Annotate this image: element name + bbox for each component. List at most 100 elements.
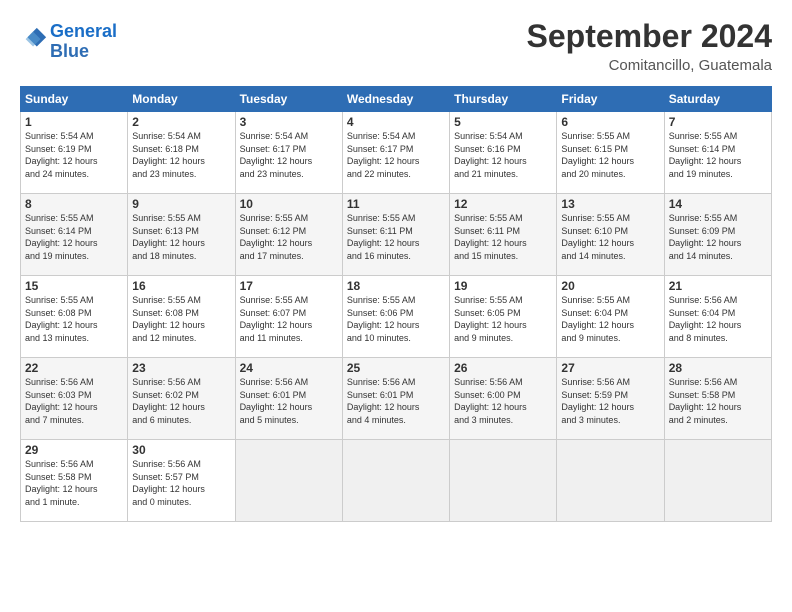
day-number: 21 xyxy=(669,279,767,293)
day-info: Sunrise: 5:56 AM Sunset: 5:59 PM Dayligh… xyxy=(561,376,659,426)
location: Comitancillo, Guatemala xyxy=(527,57,772,74)
title-block: September 2024 Comitancillo, Guatemala xyxy=(527,18,772,74)
day-info: Sunrise: 5:54 AM Sunset: 6:17 PM Dayligh… xyxy=(240,130,338,180)
header-cell-tuesday: Tuesday xyxy=(235,87,342,112)
day-cell xyxy=(342,440,449,522)
day-cell: 15Sunrise: 5:55 AM Sunset: 6:08 PM Dayli… xyxy=(21,276,128,358)
day-cell: 18Sunrise: 5:55 AM Sunset: 6:06 PM Dayli… xyxy=(342,276,449,358)
day-info: Sunrise: 5:54 AM Sunset: 6:16 PM Dayligh… xyxy=(454,130,552,180)
day-cell: 13Sunrise: 5:55 AM Sunset: 6:10 PM Dayli… xyxy=(557,194,664,276)
logo-line2: Blue xyxy=(50,41,89,61)
day-info: Sunrise: 5:56 AM Sunset: 6:01 PM Dayligh… xyxy=(347,376,445,426)
day-number: 24 xyxy=(240,361,338,375)
day-cell: 28Sunrise: 5:56 AM Sunset: 5:58 PM Dayli… xyxy=(664,358,771,440)
header-cell-thursday: Thursday xyxy=(450,87,557,112)
day-info: Sunrise: 5:55 AM Sunset: 6:09 PM Dayligh… xyxy=(669,212,767,262)
day-info: Sunrise: 5:55 AM Sunset: 6:11 PM Dayligh… xyxy=(347,212,445,262)
day-info: Sunrise: 5:55 AM Sunset: 6:05 PM Dayligh… xyxy=(454,294,552,344)
day-cell: 27Sunrise: 5:56 AM Sunset: 5:59 PM Dayli… xyxy=(557,358,664,440)
logo-icon xyxy=(20,26,48,54)
day-info: Sunrise: 5:56 AM Sunset: 6:00 PM Dayligh… xyxy=(454,376,552,426)
day-cell: 3Sunrise: 5:54 AM Sunset: 6:17 PM Daylig… xyxy=(235,112,342,194)
day-number: 2 xyxy=(132,115,230,129)
header-cell-saturday: Saturday xyxy=(664,87,771,112)
logo: General Blue xyxy=(20,22,117,62)
day-number: 17 xyxy=(240,279,338,293)
day-info: Sunrise: 5:55 AM Sunset: 6:11 PM Dayligh… xyxy=(454,212,552,262)
day-info: Sunrise: 5:56 AM Sunset: 6:02 PM Dayligh… xyxy=(132,376,230,426)
week-row-4: 22Sunrise: 5:56 AM Sunset: 6:03 PM Dayli… xyxy=(21,358,772,440)
month-year: September 2024 xyxy=(527,18,772,55)
day-number: 8 xyxy=(25,197,123,211)
day-cell: 19Sunrise: 5:55 AM Sunset: 6:05 PM Dayli… xyxy=(450,276,557,358)
day-info: Sunrise: 5:56 AM Sunset: 6:03 PM Dayligh… xyxy=(25,376,123,426)
day-info: Sunrise: 5:55 AM Sunset: 6:13 PM Dayligh… xyxy=(132,212,230,262)
day-cell: 10Sunrise: 5:55 AM Sunset: 6:12 PM Dayli… xyxy=(235,194,342,276)
day-info: Sunrise: 5:55 AM Sunset: 6:14 PM Dayligh… xyxy=(25,212,123,262)
day-number: 5 xyxy=(454,115,552,129)
day-cell: 29Sunrise: 5:56 AM Sunset: 5:58 PM Dayli… xyxy=(21,440,128,522)
day-cell: 22Sunrise: 5:56 AM Sunset: 6:03 PM Dayli… xyxy=(21,358,128,440)
day-info: Sunrise: 5:55 AM Sunset: 6:10 PM Dayligh… xyxy=(561,212,659,262)
header-cell-monday: Monday xyxy=(128,87,235,112)
day-cell: 1Sunrise: 5:54 AM Sunset: 6:19 PM Daylig… xyxy=(21,112,128,194)
day-number: 29 xyxy=(25,443,123,457)
day-cell: 16Sunrise: 5:55 AM Sunset: 6:08 PM Dayli… xyxy=(128,276,235,358)
day-cell: 8Sunrise: 5:55 AM Sunset: 6:14 PM Daylig… xyxy=(21,194,128,276)
week-row-1: 1Sunrise: 5:54 AM Sunset: 6:19 PM Daylig… xyxy=(21,112,772,194)
day-cell: 7Sunrise: 5:55 AM Sunset: 6:14 PM Daylig… xyxy=(664,112,771,194)
day-number: 27 xyxy=(561,361,659,375)
day-info: Sunrise: 5:55 AM Sunset: 6:12 PM Dayligh… xyxy=(240,212,338,262)
day-info: Sunrise: 5:54 AM Sunset: 6:18 PM Dayligh… xyxy=(132,130,230,180)
day-number: 18 xyxy=(347,279,445,293)
day-number: 11 xyxy=(347,197,445,211)
day-cell xyxy=(664,440,771,522)
day-cell: 9Sunrise: 5:55 AM Sunset: 6:13 PM Daylig… xyxy=(128,194,235,276)
page: General Blue September 2024 Comitancillo… xyxy=(0,0,792,532)
day-number: 13 xyxy=(561,197,659,211)
week-row-2: 8Sunrise: 5:55 AM Sunset: 6:14 PM Daylig… xyxy=(21,194,772,276)
header-row: SundayMondayTuesdayWednesdayThursdayFrid… xyxy=(21,87,772,112)
day-number: 25 xyxy=(347,361,445,375)
day-number: 10 xyxy=(240,197,338,211)
day-cell xyxy=(235,440,342,522)
week-row-3: 15Sunrise: 5:55 AM Sunset: 6:08 PM Dayli… xyxy=(21,276,772,358)
day-cell: 12Sunrise: 5:55 AM Sunset: 6:11 PM Dayli… xyxy=(450,194,557,276)
day-cell: 25Sunrise: 5:56 AM Sunset: 6:01 PM Dayli… xyxy=(342,358,449,440)
day-info: Sunrise: 5:56 AM Sunset: 6:01 PM Dayligh… xyxy=(240,376,338,426)
logo-text: General Blue xyxy=(50,22,117,62)
day-info: Sunrise: 5:54 AM Sunset: 6:17 PM Dayligh… xyxy=(347,130,445,180)
header-cell-wednesday: Wednesday xyxy=(342,87,449,112)
header-cell-friday: Friday xyxy=(557,87,664,112)
day-number: 26 xyxy=(454,361,552,375)
day-number: 19 xyxy=(454,279,552,293)
day-info: Sunrise: 5:55 AM Sunset: 6:06 PM Dayligh… xyxy=(347,294,445,344)
week-row-5: 29Sunrise: 5:56 AM Sunset: 5:58 PM Dayli… xyxy=(21,440,772,522)
day-cell: 2Sunrise: 5:54 AM Sunset: 6:18 PM Daylig… xyxy=(128,112,235,194)
day-number: 12 xyxy=(454,197,552,211)
day-cell: 24Sunrise: 5:56 AM Sunset: 6:01 PM Dayli… xyxy=(235,358,342,440)
day-cell: 5Sunrise: 5:54 AM Sunset: 6:16 PM Daylig… xyxy=(450,112,557,194)
day-info: Sunrise: 5:56 AM Sunset: 6:04 PM Dayligh… xyxy=(669,294,767,344)
day-number: 6 xyxy=(561,115,659,129)
day-info: Sunrise: 5:55 AM Sunset: 6:04 PM Dayligh… xyxy=(561,294,659,344)
day-cell: 23Sunrise: 5:56 AM Sunset: 6:02 PM Dayli… xyxy=(128,358,235,440)
day-cell: 4Sunrise: 5:54 AM Sunset: 6:17 PM Daylig… xyxy=(342,112,449,194)
day-cell xyxy=(450,440,557,522)
day-cell: 17Sunrise: 5:55 AM Sunset: 6:07 PM Dayli… xyxy=(235,276,342,358)
day-number: 9 xyxy=(132,197,230,211)
day-number: 20 xyxy=(561,279,659,293)
day-info: Sunrise: 5:56 AM Sunset: 5:58 PM Dayligh… xyxy=(25,458,123,508)
day-info: Sunrise: 5:55 AM Sunset: 6:14 PM Dayligh… xyxy=(669,130,767,180)
day-cell: 20Sunrise: 5:55 AM Sunset: 6:04 PM Dayli… xyxy=(557,276,664,358)
day-cell: 11Sunrise: 5:55 AM Sunset: 6:11 PM Dayli… xyxy=(342,194,449,276)
day-number: 3 xyxy=(240,115,338,129)
day-number: 23 xyxy=(132,361,230,375)
day-info: Sunrise: 5:56 AM Sunset: 5:58 PM Dayligh… xyxy=(669,376,767,426)
day-number: 1 xyxy=(25,115,123,129)
calendar-table: SundayMondayTuesdayWednesdayThursdayFrid… xyxy=(20,86,772,522)
day-info: Sunrise: 5:55 AM Sunset: 6:07 PM Dayligh… xyxy=(240,294,338,344)
day-cell: 30Sunrise: 5:56 AM Sunset: 5:57 PM Dayli… xyxy=(128,440,235,522)
day-info: Sunrise: 5:56 AM Sunset: 5:57 PM Dayligh… xyxy=(132,458,230,508)
day-cell xyxy=(557,440,664,522)
